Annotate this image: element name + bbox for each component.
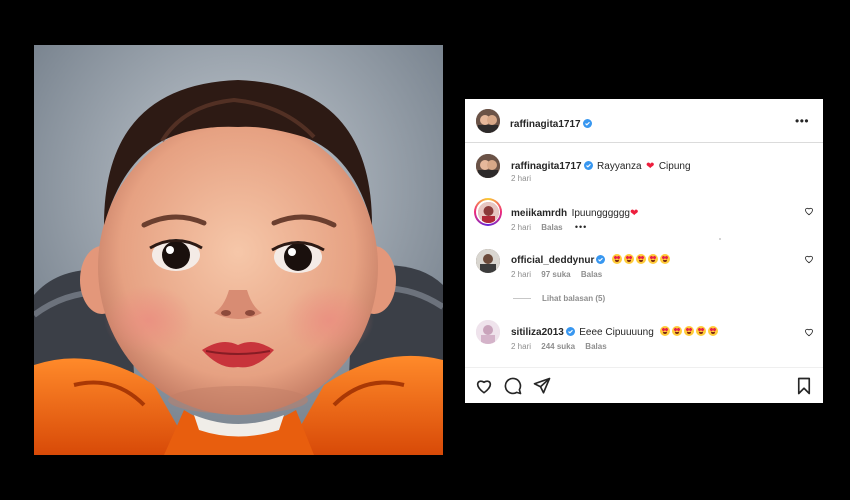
author-username[interactable]: raffinagita1717 [510,119,581,130]
commenter-avatar[interactable] [476,249,500,273]
like-count[interactable]: 244 suka [541,342,575,351]
comment-meta: 2 hari 97 suka Balas [511,270,602,279]
comment-username[interactable]: meiikamrdh [511,208,567,219]
heart-eyes-emoji-icon [611,254,622,264]
comment-like-heart-icon[interactable] [804,206,814,216]
heart-eyes-emoji-icon [684,326,695,336]
view-replies-divider [513,298,531,299]
comment-options-icon[interactable]: ••• [575,222,587,232]
heart-eyes-emoji-icon [623,254,634,264]
comment-line: official_deddynur [511,250,670,268]
caption-line: raffinagita1717 Rayyanza ❤ Cipung [511,156,691,174]
bookmark-icon[interactable] [795,377,813,395]
post-header: raffinagita1717 ••• [465,99,823,143]
commenter-avatar-story-ring[interactable] [474,198,502,226]
verified-badge-icon [582,119,592,128]
comment-meta: 2 hari Balas ••• [511,222,587,232]
red-heart-emoji-icon: ❤ [630,208,639,219]
comment-like-heart-icon[interactable] [804,327,814,337]
reply-button[interactable]: Balas [581,270,602,279]
heart-eyes-emoji-icon [672,326,683,336]
like-count[interactable]: 97 suka [541,270,570,279]
baby-portrait-illustration [34,45,443,455]
verified-badge-icon [596,255,606,264]
author-avatar[interactable] [476,109,500,133]
heart-eyes-emoji-icon [659,254,670,264]
comment-icon[interactable] [504,377,522,395]
heart-eyes-emoji-icon [708,326,719,336]
view-replies-link[interactable]: Lihat balasan (5) [542,294,605,303]
caption-text-1: Rayyanza [597,161,642,172]
caption-avatar[interactable] [476,154,500,178]
comment-line: sitiliza2013 Eeee Cipuuuung [511,322,719,340]
verified-badge-icon [583,161,593,170]
more-options-icon[interactable]: ••• [795,115,809,127]
paper-plane-icon[interactable] [533,377,551,395]
reply-button[interactable]: Balas [541,223,562,232]
comment-timestamp: 2 hari [511,270,532,279]
caption-timestamp: 2 hari [511,174,532,183]
comment-username[interactable]: sitiliza2013 [511,327,564,338]
comment-timestamp: 2 hari [511,342,532,351]
comment-timestamp: 2 hari [511,223,532,232]
heart-icon[interactable] [475,377,493,395]
post-panel: raffinagita1717 ••• raffinagita1717 Rayy… [465,99,823,403]
comment-text: Eeee Cipuuuung [579,327,654,338]
commenter-avatar[interactable] [476,320,500,344]
divider-dot [719,238,721,240]
heart-eyes-emoji-icon [660,326,671,336]
red-heart-emoji-icon: ❤ [645,161,655,172]
post-image [34,45,443,455]
comment-username[interactable]: official_deddynur [511,255,594,266]
heart-eyes-emoji-icon [647,254,658,264]
comment-line: meiikamrdh Ipuungggggg❤ [511,203,638,221]
caption-username[interactable]: raffinagita1717 [511,161,582,172]
reply-button[interactable]: Balas [585,342,606,351]
comment-meta: 2 hari 244 suka Balas [511,342,607,351]
post-action-bar [465,367,823,403]
comment-like-heart-icon[interactable] [804,254,814,264]
comment-text: Ipuungggggg [571,208,630,219]
heart-eyes-emoji-icon [696,326,707,336]
verified-badge-icon [565,327,575,336]
caption-text-2: Cipung [658,161,691,172]
heart-eyes-emoji-icon [635,254,646,264]
